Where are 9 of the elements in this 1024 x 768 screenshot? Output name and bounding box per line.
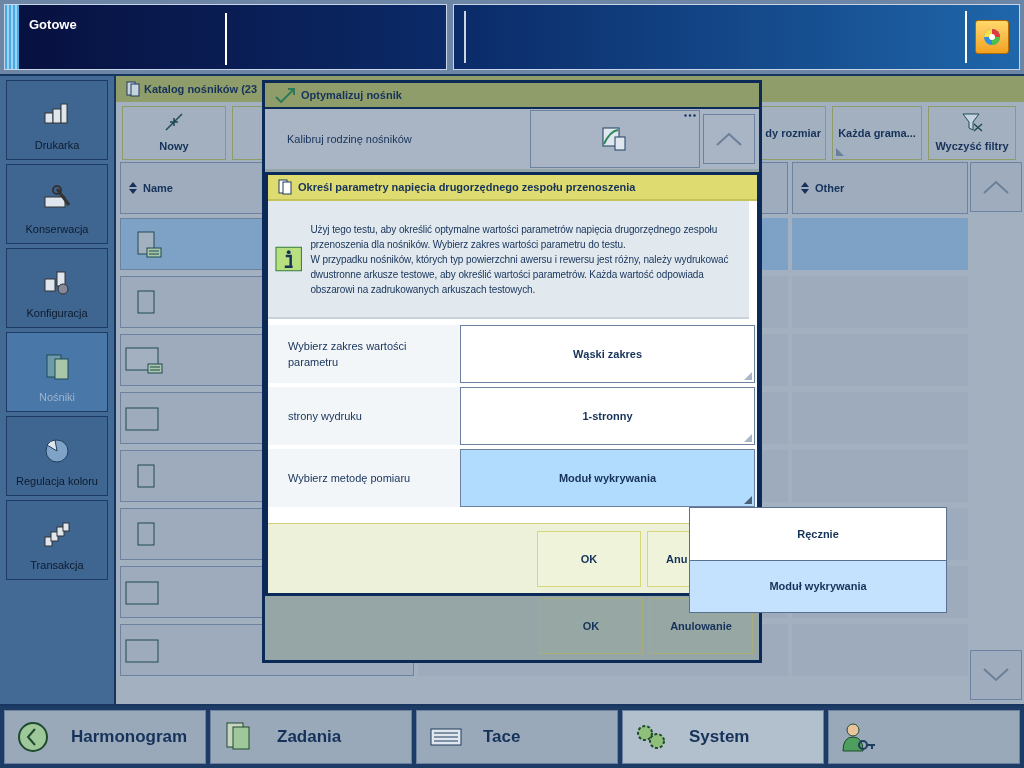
info-text: Użyj tego testu, aby określić optymalne wartości parametrów napięcia drugorzędnego zespołu przenoszenia dla nośników. Wybierz zakres wartości parametru do testu. W przypadku nośników, których typ powierzchni awersu i rewersu jest różny, należy wydrukować dwustronne arkusze testowe, aby określić wartości parametrów. Każda wartość odpowiada obszarowi na zadrukowanych arkuszach testowych. (310, 222, 730, 297)
field-label: Wybierz metodę pomiaru (287, 471, 412, 486)
dialog-title: Określ parametry napięcia drugorzędnego zespołu przenoszenia (298, 179, 636, 195)
field-label: Wybierz zakres wartości parametru (287, 339, 408, 370)
dialog-title: Optymalizuj nośnik (301, 87, 402, 103)
status-text: Gotowe (28, 16, 78, 34)
row-label: Kalibruj rodzinę nośników (287, 131, 413, 147)
catalog-title: Katalog nośników (23 (144, 81, 258, 97)
field-label: strony wydruku (287, 409, 363, 424)
